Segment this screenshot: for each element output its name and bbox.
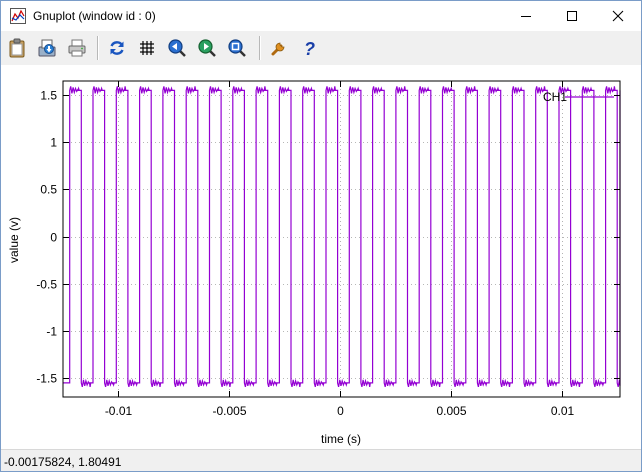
gnuplot-app-icon xyxy=(10,8,26,24)
next-zoom-button[interactable] xyxy=(195,36,219,60)
x-tick-label: -0.01 xyxy=(105,404,133,418)
maximize-button[interactable] xyxy=(549,1,595,31)
cursor-coordinates: -0.00175824, 1.80491 xyxy=(4,455,122,469)
legend-label: CH1 xyxy=(543,90,567,104)
maximize-icon xyxy=(567,11,577,21)
refresh-icon xyxy=(110,41,124,55)
plot-area[interactable]: -1.5 -1 -0.5 0 0.5 1 1.5 -0.01 -0.005 0 0.005 0.01 … xyxy=(1,65,641,449)
x-tick-label: -0.005 xyxy=(212,404,246,418)
save-icon xyxy=(38,39,56,57)
help-button[interactable]: ? xyxy=(297,36,321,60)
window-title: Gnuplot (window id : 0) xyxy=(33,9,156,23)
plot-frame xyxy=(62,80,621,398)
clipboard-icon xyxy=(9,38,25,58)
zoom-previous-icon xyxy=(168,39,186,57)
help-icon: ? xyxy=(304,39,315,58)
series-line-ch1 xyxy=(63,86,621,388)
toolbar-separator xyxy=(259,36,261,60)
close-icon xyxy=(612,10,624,22)
y-tick-label: 0.5 xyxy=(40,183,57,197)
toolbar-separator xyxy=(97,36,99,60)
title-bar[interactable]: Gnuplot (window id : 0) xyxy=(1,1,641,31)
y-tick-label: 1 xyxy=(50,136,57,150)
wrench-icon xyxy=(271,42,285,56)
x-axis-label: time (s) xyxy=(321,432,361,446)
replot-button[interactable] xyxy=(105,36,129,60)
y-tick-label: -1 xyxy=(46,325,57,339)
grid-icon xyxy=(140,41,154,55)
y-axis-label: value (v) xyxy=(7,217,21,263)
save-image-button[interactable] xyxy=(35,36,59,60)
y-tick-label: -1.5 xyxy=(36,372,57,386)
x-tick-label: 0.005 xyxy=(436,404,466,418)
minimize-button[interactable] xyxy=(503,1,549,31)
close-button[interactable] xyxy=(595,1,641,31)
status-bar: -0.00175824, 1.80491 xyxy=(1,449,641,471)
x-tick-label: 0 xyxy=(337,404,344,418)
svg-text:?: ? xyxy=(304,39,315,58)
printer-icon xyxy=(68,39,86,57)
gnuplot-window: Gnuplot (window id : 0) ? -1.5 -1 -0.5 0… xyxy=(0,0,642,472)
previous-zoom-button[interactable] xyxy=(165,36,189,60)
x-tick-label: 0.01 xyxy=(551,404,575,418)
y-tick-label: 0 xyxy=(50,231,57,245)
copy-to-clipboard-button[interactable] xyxy=(5,36,29,60)
y-tick-label: 1.5 xyxy=(40,89,57,103)
autoscale-button[interactable] xyxy=(225,36,249,60)
toolbar: ? xyxy=(1,31,641,65)
options-button[interactable] xyxy=(267,36,291,60)
print-button[interactable] xyxy=(65,36,89,60)
plot-canvas[interactable]: -1.5-1-0.500.511.5-0.01 -0.005 0 0.005 0.01 … xyxy=(1,65,641,449)
zoom-autoscale-icon xyxy=(228,39,246,57)
minimize-icon xyxy=(521,16,531,17)
zoom-next-icon xyxy=(198,39,216,57)
y-tick-label: -0.5 xyxy=(36,278,57,292)
toggle-grid-button[interactable] xyxy=(135,36,159,60)
